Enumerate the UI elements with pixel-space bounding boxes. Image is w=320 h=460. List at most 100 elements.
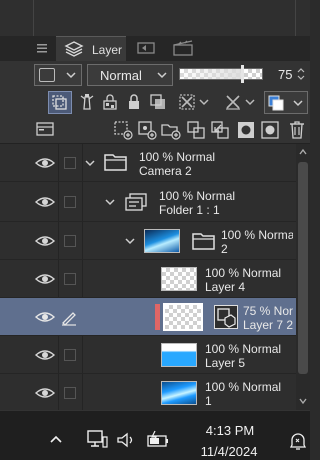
frame-folder-icon [124, 192, 150, 212]
create-layer-mask-icon[interactable] [236, 120, 256, 140]
layer-thumbnail [161, 267, 197, 291]
layer-property-toolbar [0, 89, 310, 116]
color-expression-dropdown[interactable] [34, 64, 82, 86]
layer-select-checkbox[interactable] [64, 157, 76, 169]
chevron-down-icon[interactable] [104, 196, 116, 208]
layer-select-checkbox[interactable] [64, 273, 76, 285]
new-raster-layer-icon[interactable] [113, 120, 133, 140]
layer-select-checkbox[interactable] [64, 235, 76, 247]
new-vector-layer-icon[interactable] [137, 120, 157, 140]
opacity-value: 75 [278, 67, 293, 82]
layer-property-icon[interactable] [36, 121, 54, 137]
ruler-range-icon[interactable] [224, 93, 242, 111]
lock-transparent-pixels-icon[interactable] [101, 93, 119, 111]
clock-date[interactable]: 11/4/2024 [182, 444, 276, 459]
eye-icon[interactable] [33, 385, 57, 401]
battery-charging-icon[interactable] [146, 430, 170, 450]
trash-icon[interactable] [287, 119, 307, 140]
layer-row-1[interactable]: 100 % Normal 1 [0, 374, 296, 410]
panel-tab-bar: Layer [0, 36, 310, 62]
layer-thumbnail [161, 343, 197, 367]
top-panel-strip [0, 0, 310, 36]
tab-history[interactable] [128, 36, 164, 61]
layer-row-camera-2[interactable]: 100 % Normal Camera 2 [0, 144, 296, 182]
divider [33, 0, 34, 36]
blending-row: Normal 75 [0, 61, 310, 89]
chevron-down-icon[interactable] [198, 97, 210, 107]
layer-blend-info: 100 % Normal [159, 189, 236, 203]
layer-name: Layer 5 [205, 356, 246, 370]
eye-icon[interactable] [33, 271, 57, 287]
apply-mask-icon[interactable] [260, 120, 280, 140]
reference-layer-button[interactable] [48, 91, 72, 114]
scroll-down-icon[interactable] [298, 396, 308, 406]
layer-select-checkbox[interactable] [64, 196, 76, 208]
opacity-slider-fill [180, 69, 242, 79]
windows-taskbar: 4:13 PM 11/4/2024 [0, 410, 310, 460]
layer-row-folder-1-1[interactable]: 100 % Normal Folder 1 : 1 [0, 182, 296, 222]
layer-command-toolbar [0, 116, 310, 144]
layers-icon [64, 40, 84, 58]
opacity-slider[interactable] [179, 65, 263, 83]
folder-icon [104, 152, 130, 172]
eye-icon[interactable] [33, 233, 57, 249]
layer-select-checkbox[interactable] [64, 349, 76, 361]
lighthouse-icon[interactable] [78, 93, 96, 111]
scroll-thumb[interactable] [298, 162, 308, 374]
opacity-stepper[interactable] [296, 67, 306, 81]
blending-mode-dropdown[interactable]: Normal [87, 64, 173, 86]
speaker-icon[interactable] [116, 431, 136, 449]
combine-to-layer-below-icon[interactable] [210, 120, 230, 140]
chevron-down-icon[interactable] [124, 235, 136, 247]
layer-list: 100 % Normal Camera 2 100 % Normal Folde… [0, 144, 296, 410]
transfer-to-lower-layer-icon[interactable] [186, 120, 206, 140]
tab-material[interactable] [166, 36, 202, 61]
folder-icon [192, 231, 218, 251]
chevron-down-icon [156, 70, 168, 80]
pen-editing-icon [60, 308, 78, 326]
mask-layer-icon[interactable] [178, 93, 196, 111]
clip-to-layer-below-icon[interactable] [149, 93, 167, 111]
clapper-icon [172, 40, 194, 56]
chevron-down-icon[interactable] [84, 157, 96, 169]
layer-mask-thumbnail [214, 305, 238, 329]
undo-history-icon [136, 40, 156, 56]
eye-icon[interactable] [33, 347, 57, 363]
scroll-up-icon[interactable] [298, 147, 308, 157]
clock-time[interactable]: 4:13 PM [188, 423, 272, 438]
layer-color-swatch-icon [268, 95, 284, 111]
blending-mode-value: Normal [100, 68, 142, 83]
layer-blend-info: 100 % Normal [139, 150, 216, 164]
eye-icon[interactable] [33, 194, 57, 210]
layer-row-layer-4[interactable]: 100 % Normal Layer 4 [0, 260, 296, 298]
show-hidden-icons-chevron-icon[interactable] [48, 433, 64, 445]
cel-thumbnail [144, 229, 180, 253]
layer-color-dropdown[interactable] [264, 91, 308, 114]
chevron-down-icon [65, 70, 77, 80]
network-icon[interactable] [86, 429, 108, 449]
layer-thumbnail [163, 303, 203, 331]
layer-name: Camera 2 [139, 164, 192, 178]
tab-layer[interactable]: Layer [56, 36, 126, 61]
layer-blend-info: 100 % Norma [221, 228, 293, 242]
layer-list-scrollbar[interactable] [296, 144, 310, 410]
chevron-down-icon [292, 98, 304, 108]
layer-row-layer-5[interactable]: 100 % Normal Layer 5 [0, 336, 296, 374]
eye-icon[interactable] [33, 309, 57, 325]
layer-row-2[interactable]: 100 % Norma 2 [0, 222, 296, 260]
panel-menu-icon[interactable] [36, 42, 48, 54]
new-folder-icon[interactable] [161, 120, 181, 140]
divider [295, 0, 296, 36]
chevron-down-icon[interactable] [244, 97, 256, 107]
layer-select-checkbox[interactable] [64, 387, 76, 399]
layer-blend-info: 100 % Normal [205, 266, 282, 280]
opacity-slider-handle[interactable] [241, 65, 244, 83]
layer-name: Folder 1 : 1 [159, 203, 220, 217]
eye-icon[interactable] [33, 155, 57, 171]
layer-thumbnail [161, 381, 197, 405]
layer-name: Layer 4 [205, 280, 246, 294]
lock-layer-icon[interactable] [125, 93, 143, 111]
layer-row-layer-7-2-selected[interactable]: 75 % Nor Layer 7 2 [0, 298, 296, 336]
notifications-icon[interactable] [288, 431, 308, 451]
tab-layer-label: Layer [92, 43, 123, 57]
